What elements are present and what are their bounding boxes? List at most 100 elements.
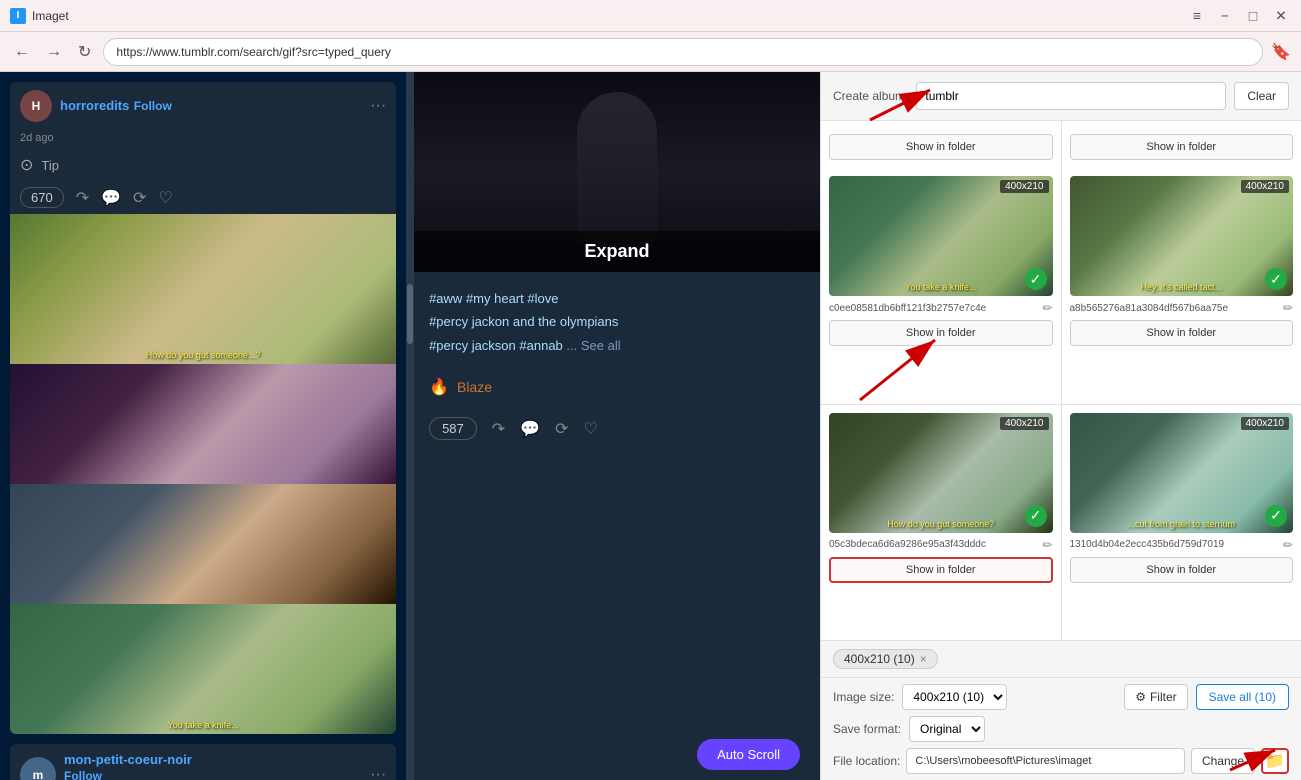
edit-icon-2[interactable]: ✏ xyxy=(1283,301,1293,315)
grid-image-1: 400x210 You take a knife... ✓ xyxy=(829,176,1053,296)
forward-button[interactable]: → xyxy=(42,41,66,63)
edit-icon-4[interactable]: ✏ xyxy=(1283,538,1293,552)
filter-label: Filter xyxy=(1150,690,1177,704)
heart-icon[interactable]: ♡ xyxy=(158,188,172,208)
share-icon[interactable]: ↷ xyxy=(76,188,89,208)
grid-cell-4: 400x210 ...cut from grain to sternum ✓ 1… xyxy=(1062,405,1301,641)
grid-cell-2: 400x210 Hey, it's called tact... ✓ a8b56… xyxy=(1062,168,1301,404)
address-bar[interactable] xyxy=(103,38,1263,66)
edit-icon-1[interactable]: ✏ xyxy=(1042,301,1052,315)
grid-cell-1: 400x210 You take a knife... ✓ c0ee08581d… xyxy=(821,168,1061,404)
folder-icon-button[interactable]: 📁 xyxy=(1261,748,1289,774)
browser-bar: ← → ↻ 🔖 xyxy=(0,32,1301,72)
reblog-icon-expand[interactable]: ⟳ xyxy=(555,419,568,439)
minimize-button[interactable]: − xyxy=(1215,7,1235,24)
show-folder-top-2[interactable]: Show in folder xyxy=(1070,134,1294,160)
tag-my-heart[interactable]: #my heart xyxy=(466,291,524,306)
tag-percy-1[interactable]: #percy jackon and the olympians xyxy=(429,314,618,329)
post-card-1: H horroredits Follow ··· 2d ago ⊙ Tip 67… xyxy=(10,82,396,734)
show-folder-4[interactable]: Show in folder xyxy=(1070,557,1294,583)
file-location-row: File location: Change 📁 xyxy=(833,748,1289,774)
tag-annab[interactable]: #annab xyxy=(519,338,562,353)
still-1: How do you gut someone...? xyxy=(10,214,396,364)
tag-percy-2[interactable]: #percy jackson xyxy=(429,338,516,353)
username-2[interactable]: mon-petit-coeur-noir xyxy=(64,752,192,767)
file-location-label: File location: xyxy=(833,754,900,768)
filter-button[interactable]: ⚙ Filter xyxy=(1124,684,1187,710)
tip-icon: ⊙ xyxy=(20,155,33,175)
top-buttons-row: Show in folder Show in folder xyxy=(821,121,1301,168)
save-format-row: Save format: Original xyxy=(833,716,1289,742)
avatar-1: H xyxy=(20,90,52,122)
tip-bar: ⊙ Tip xyxy=(10,149,396,181)
grid-image-4: 400x210 ...cut from grain to sternum ✓ xyxy=(1070,413,1294,533)
grid-image-2: 400x210 Hey, it's called tact... ✓ xyxy=(1070,176,1294,296)
post-images-1: How do you gut someone...? You take a kn… xyxy=(10,214,396,734)
follow-button-1[interactable]: Follow xyxy=(134,99,172,113)
refresh-button[interactable]: ↻ xyxy=(74,40,95,64)
image-size-select[interactable]: 400x210 (10) xyxy=(902,684,1007,710)
back-button[interactable]: ← xyxy=(10,41,34,63)
auto-scroll-button[interactable]: Auto Scroll xyxy=(697,739,800,770)
reblog-icon[interactable]: ⟳ xyxy=(133,188,146,208)
menu-button[interactable]: ≡ xyxy=(1187,7,1207,24)
blaze-icon: 🔥 xyxy=(429,377,449,397)
expand-overlay: Expand xyxy=(414,231,820,272)
more-button-2[interactable]: ··· xyxy=(370,766,386,780)
expand-title: Expand xyxy=(585,241,650,261)
filename-2: a8b565276a81a3084df567b6aa75e xyxy=(1070,303,1280,314)
subtitle-4: You take a knife... xyxy=(14,720,392,730)
close-button[interactable]: ✕ xyxy=(1271,7,1291,24)
grid-image-3: 400x210 How do you gut someone? ✓ xyxy=(829,413,1053,533)
edit-icon-3[interactable]: ✏ xyxy=(1042,538,1052,552)
comment-icon[interactable]: 💬 xyxy=(101,188,121,208)
filename-3: 05c3bdeca6d6a9286e95a3f43dddc xyxy=(829,539,1039,550)
image-grid: 400x210 You take a knife... ✓ c0ee08581d… xyxy=(821,168,1301,640)
img-subtitle-4: ...cut from grain to sternum xyxy=(1074,519,1290,529)
show-folder-3[interactable]: Show in folder xyxy=(829,557,1053,583)
album-input[interactable] xyxy=(916,82,1226,110)
img-subtitle-2: Hey, it's called tact... xyxy=(1074,282,1290,292)
tag-love[interactable]: #love xyxy=(527,291,558,306)
save-all-button[interactable]: Save all (10) xyxy=(1196,684,1289,710)
post-time-1: 2d ago xyxy=(10,130,396,149)
checkmark-3: ✓ xyxy=(1025,505,1047,527)
comment-icon-expand[interactable]: 💬 xyxy=(520,419,540,439)
scrollbar-thumb[interactable] xyxy=(407,284,413,344)
expand-actions: 587 ↷ 💬 ⟳ ♡ xyxy=(414,407,820,450)
extension-button[interactable]: 🔖 xyxy=(1271,42,1291,62)
save-format-select[interactable]: Original xyxy=(909,716,985,742)
follow-button-2[interactable]: Follow xyxy=(64,769,102,780)
save-format-label: Save format: xyxy=(833,722,901,736)
filename-row-3: 05c3bdeca6d6a9286e95a3f43dddc ✏ xyxy=(829,538,1053,552)
show-folder-1[interactable]: Show in folder xyxy=(829,320,1053,346)
show-folder-top-1[interactable]: Show in folder xyxy=(829,134,1053,160)
main-layout: H horroredits Follow ··· 2d ago ⊙ Tip 67… xyxy=(0,72,1301,780)
avatar-2: m xyxy=(20,757,56,780)
heart-icon-expand[interactable]: ♡ xyxy=(584,419,598,439)
size-tag-close[interactable]: × xyxy=(920,652,927,666)
blaze-section: 🔥 Blaze xyxy=(414,372,820,407)
still-4: You take a knife... xyxy=(10,604,396,734)
tag-aww[interactable]: #aww xyxy=(429,291,462,306)
panel-scrollbar[interactable] xyxy=(406,72,414,780)
change-button[interactable]: Change xyxy=(1191,748,1255,774)
like-count: 670 xyxy=(20,187,64,208)
show-folder-2[interactable]: Show in folder xyxy=(1070,320,1294,346)
more-button-1[interactable]: ··· xyxy=(370,97,386,115)
blaze-label: Blaze xyxy=(457,379,492,395)
checkmark-2: ✓ xyxy=(1265,268,1287,290)
checkmark-1: ✓ xyxy=(1025,268,1047,290)
auto-scroll-container: Auto Scroll xyxy=(697,739,800,770)
album-label: Create album: xyxy=(833,89,908,103)
file-location-input[interactable] xyxy=(906,748,1185,774)
username-1[interactable]: horroredits xyxy=(60,98,129,113)
see-all-link[interactable]: ... See all xyxy=(566,338,620,353)
window-controls[interactable]: ≡ − □ ✕ xyxy=(1187,7,1291,24)
size-tag-label: 400x210 (10) xyxy=(844,652,915,666)
maximize-button[interactable]: □ xyxy=(1243,7,1263,24)
expanded-view: Expand #aww #my heart #love #percy jacko… xyxy=(414,72,820,780)
folder-icon: 📁 xyxy=(1265,751,1285,771)
clear-button[interactable]: Clear xyxy=(1234,82,1289,110)
share-icon-expand[interactable]: ↷ xyxy=(492,419,505,439)
